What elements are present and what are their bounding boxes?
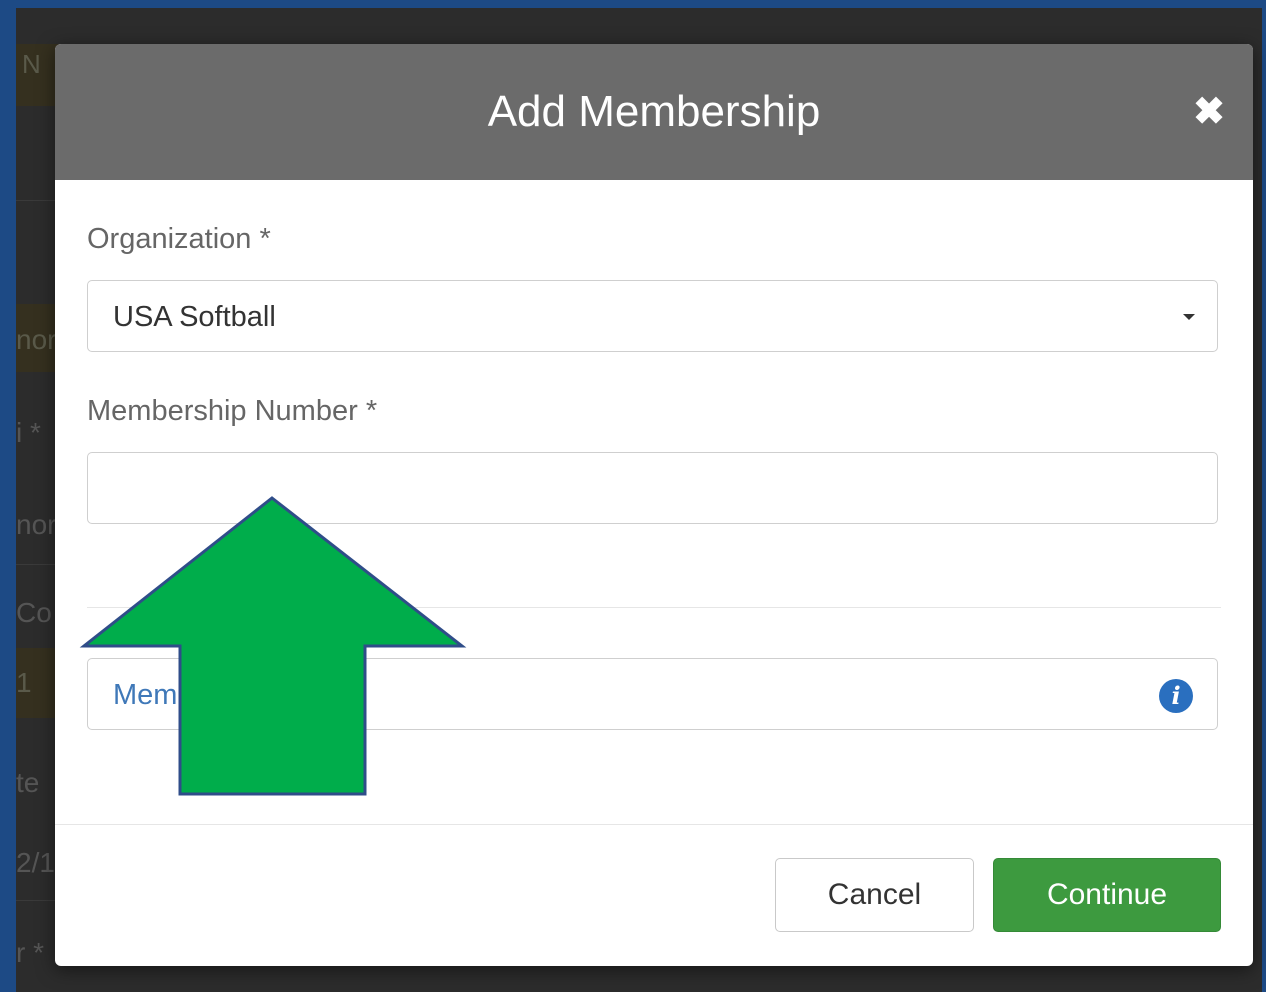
footer-divider: [55, 824, 1253, 825]
membership-info-panel[interactable]: Mem i: [87, 658, 1218, 730]
organization-selected-value: USA Softball: [113, 301, 276, 333]
add-membership-dialog: Add Membership ✖ Organization * USA Soft…: [55, 44, 1253, 966]
close-icon[interactable]: ✖: [1189, 92, 1229, 132]
membership-number-input[interactable]: [87, 452, 1218, 524]
chevron-down-icon: [1183, 314, 1195, 320]
continue-button[interactable]: Continue: [993, 858, 1221, 932]
cancel-button[interactable]: Cancel: [775, 858, 974, 932]
info-icon[interactable]: i: [1159, 679, 1193, 713]
divider: [87, 607, 1221, 608]
membership-info-link[interactable]: Mem: [113, 677, 177, 713]
membership-number-label: Membership Number *: [87, 395, 378, 427]
dialog-header: Add Membership ✖: [55, 44, 1253, 180]
organization-label: Organization *: [87, 223, 271, 255]
dialog-title: Add Membership: [487, 87, 821, 136]
organization-select[interactable]: USA Softball: [87, 280, 1218, 352]
